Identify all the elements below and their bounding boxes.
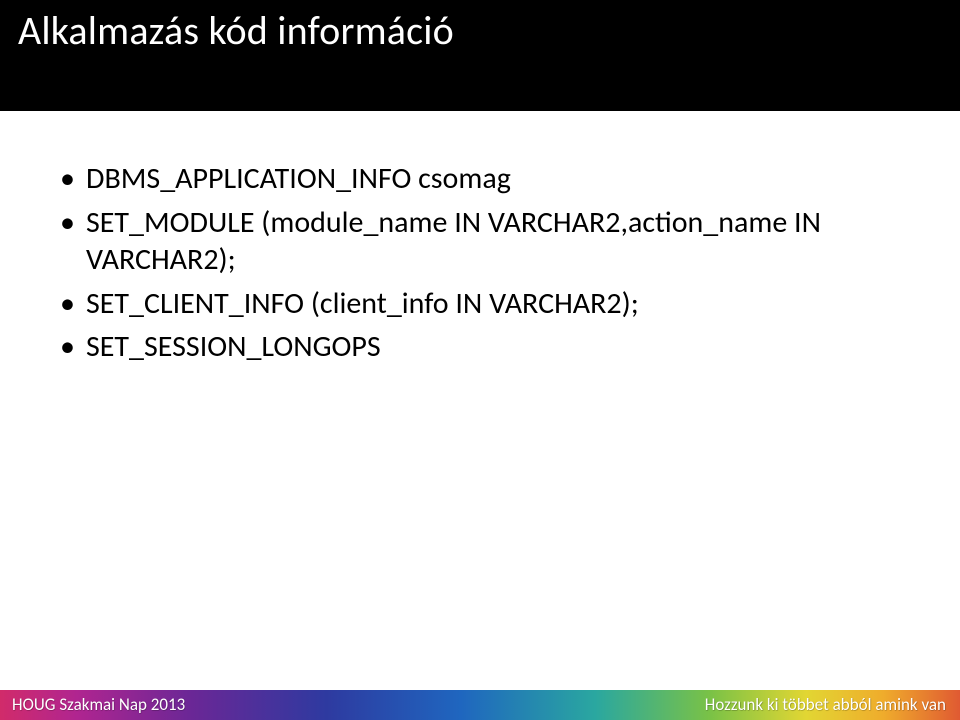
slide-title: Alkalmazás kód információ [18, 6, 942, 55]
bullet-list: DBMS_APPLICATION_INFO csomag SET_MODULE … [60, 160, 900, 366]
footer-left-text: HOUG Szakmai Nap 2013 [12, 694, 185, 715]
slide: Alkalmazás kód információ DBMS_APPLICATI… [0, 0, 960, 720]
bullet-item: SET_SESSION_LONGOPS [60, 328, 900, 366]
footer: HOUG Szakmai Nap 2013 Hozzunk ki többet … [0, 690, 960, 720]
content-area: DBMS_APPLICATION_INFO csomag SET_MODULE … [60, 160, 900, 372]
bullet-item: DBMS_APPLICATION_INFO csomag [60, 160, 900, 198]
bullet-item: SET_CLIENT_INFO (client_info IN VARCHAR2… [60, 285, 900, 323]
bullet-item: SET_MODULE (module_name IN VARCHAR2,acti… [60, 204, 900, 279]
title-bar: Alkalmazás kód információ [0, 0, 960, 111]
footer-right-text: Hozzunk ki többet abból amink van [705, 694, 946, 715]
